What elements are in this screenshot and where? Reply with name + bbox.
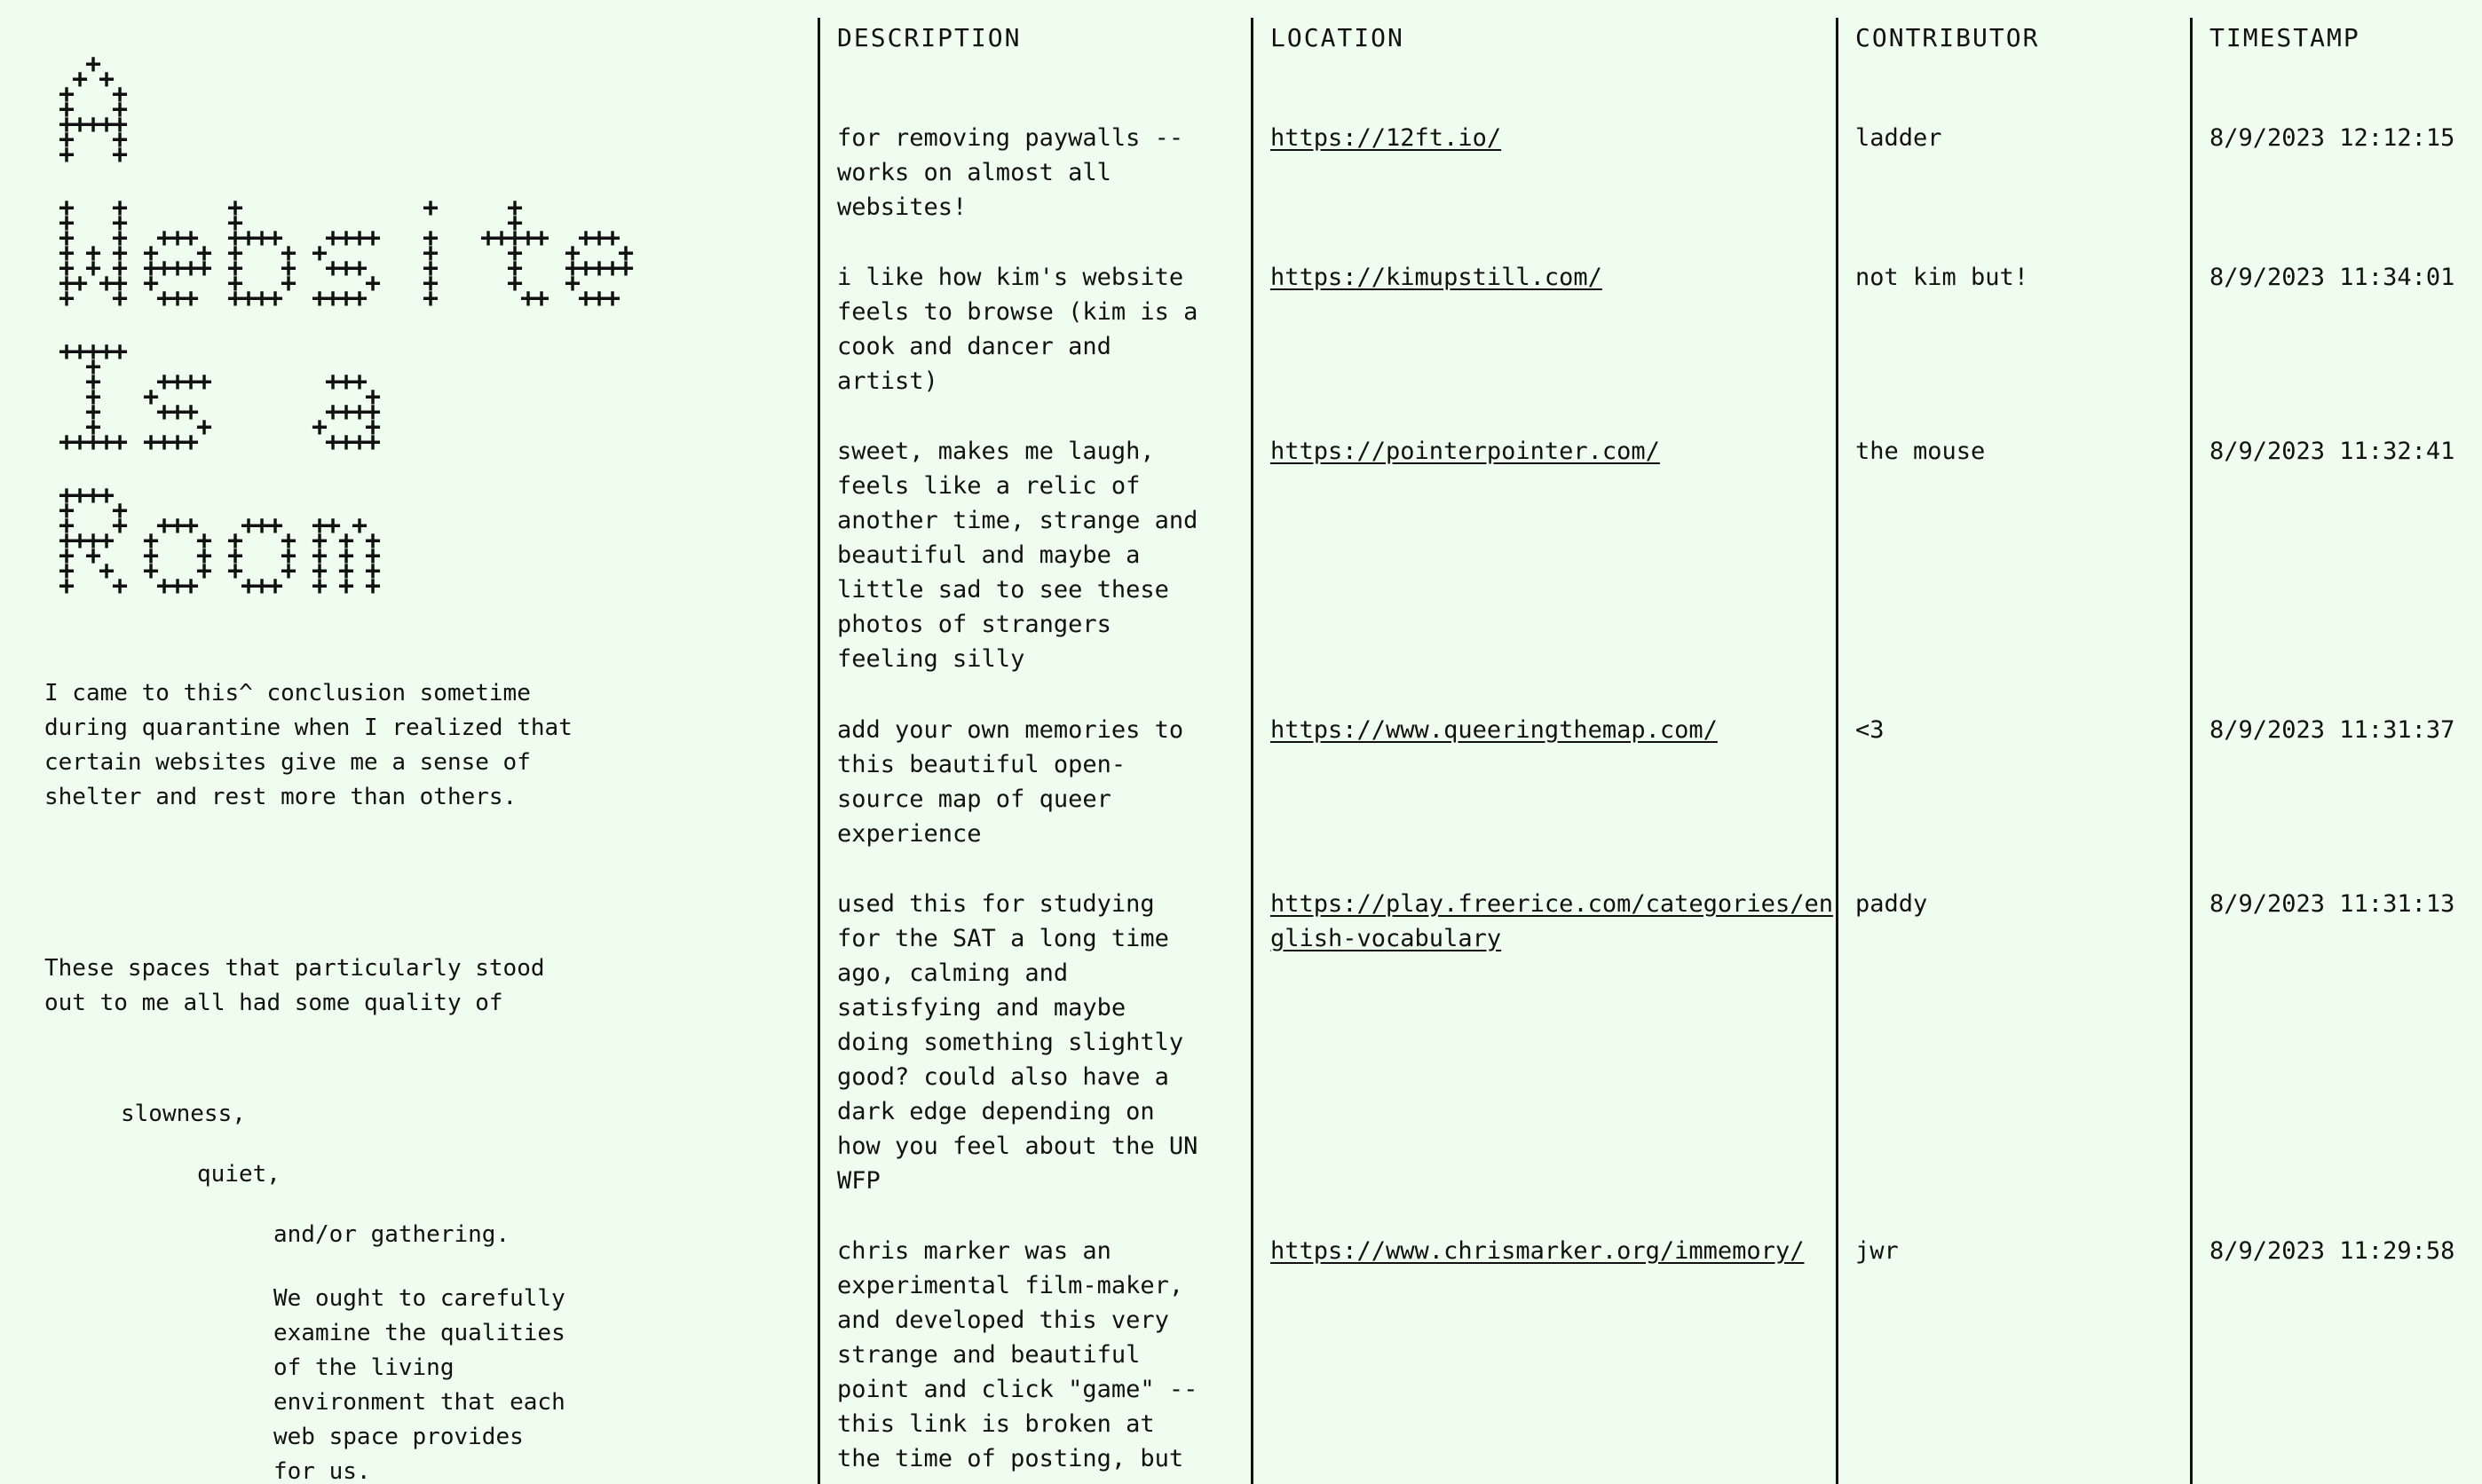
header-location[interactable]: LOCATION — [1270, 23, 1404, 52]
location-link[interactable]: https://12ft.io/ — [1270, 124, 1501, 152]
title-stitch: + — [423, 283, 439, 314]
row-timestamp: 8/9/2023 11:29:58 — [2209, 1237, 2455, 1265]
title-stitch: + — [267, 283, 283, 314]
title-stitch: + — [183, 571, 199, 602]
row-contributor: jwr — [1855, 1237, 1899, 1265]
row-contributor: ladder — [1855, 124, 1942, 152]
websites-table: DESCRIPTION LOCATION CONTRIBUTOR TIMESTA… — [818, 18, 2482, 1484]
intro-paragraph-2: These spaces that particularly stood out… — [44, 955, 545, 1016]
row-timestamp: 8/9/2023 11:31:13 — [2209, 890, 2455, 918]
row-location: https://play.freerice.com/categories/eng… — [1270, 887, 1835, 956]
title-stitch: + — [605, 283, 620, 314]
title-stitch: + — [59, 283, 75, 314]
location-link[interactable]: https://play.freerice.com/categories/eng… — [1270, 890, 1833, 952]
title-stitch: + — [112, 571, 128, 602]
title-stitch: + — [183, 283, 199, 314]
title-stitch: + — [423, 193, 439, 224]
location-link[interactable]: https://www.chrismarker.org/immemory/ — [1270, 1237, 1804, 1265]
title-stitch: + — [112, 427, 128, 458]
title-stitch: + — [112, 139, 128, 170]
row-description: for removing paywalls -- works on almost… — [837, 124, 1184, 221]
title-stitch: + — [59, 139, 75, 170]
row-timestamp: 8/9/2023 11:34:01 — [2209, 264, 2455, 291]
title-stitch: + — [196, 253, 212, 284]
row-location: https://kimupstill.com/ — [1270, 260, 1838, 295]
row-contributor: paddy — [1855, 890, 1928, 918]
row-contributor: <3 — [1855, 716, 1885, 744]
page: + + + + + + + + + + + + + + + + + + + + + + + + + + + + + + + + + + + + + + + +… — [0, 0, 2482, 1484]
site-title: ++ ++ ++ +++++++ ++ ++ ++ ++ ++ + ++ + +++ +++ +++++ ++… — [59, 53, 634, 602]
row-location: https://12ft.io/ — [1270, 121, 1838, 155]
header-contributor[interactable]: CONTRIBUTOR — [1855, 23, 2039, 52]
location-link[interactable]: https://pointerpointer.com/ — [1270, 438, 1660, 465]
title-stitch: + — [365, 427, 381, 458]
title-stitch: + — [59, 571, 75, 602]
title-stitch: + — [112, 283, 128, 314]
header-description[interactable]: DESCRIPTION — [837, 23, 1021, 52]
title-stitch: + — [365, 223, 381, 254]
location-link[interactable]: https://www.queeringthemap.com/ — [1270, 716, 1718, 744]
title-stitch: + — [183, 427, 199, 458]
column-divider — [1251, 18, 1253, 1484]
row-timestamp: 8/9/2023 11:31:37 — [2209, 716, 2455, 744]
row-description: chris marker was an experimental film-ma… — [837, 1237, 1198, 1472]
title-stitch: + — [365, 571, 381, 602]
intro-paragraph-1: I came to this^ conclusion sometime duri… — [44, 680, 573, 810]
intro-column: + + + + + + + + + + + + + + + + + + + + + + + + + + + + + + + + + + + + + + + +… — [44, 53, 755, 1484]
row-description: i like how kim's website feels to browse… — [837, 264, 1198, 395]
row-timestamp: 8/9/2023 11:32:41 — [2209, 438, 2455, 465]
row-location: https://pointerpointer.com/ — [1270, 434, 1838, 469]
title-stitch: + — [312, 571, 328, 602]
row-location: https://www.queeringthemap.com/ — [1270, 713, 1838, 747]
column-divider — [818, 18, 820, 1484]
quality-quiet: quiet, — [197, 1161, 281, 1188]
header-timestamp[interactable]: TIMESTAMP — [2209, 23, 2360, 52]
title-stitch: + — [112, 336, 128, 367]
title-stitch: + — [534, 283, 549, 314]
location-link[interactable]: https://kimupstill.com/ — [1270, 264, 1602, 291]
quality-gathering: and/or gathering. — [273, 1221, 510, 1248]
title-stitch: + — [534, 223, 549, 254]
row-location: https://www.chrismarker.org/immemory/ — [1270, 1234, 1838, 1268]
row-description: used this for studying for the SAT a lon… — [837, 890, 1198, 1195]
row-description: add your own memories to this beautiful … — [837, 716, 1184, 848]
title-stitch: + — [196, 367, 212, 398]
row-description: sweet, makes me laugh, feels like a reli… — [837, 438, 1198, 673]
title-stitch: + — [267, 571, 283, 602]
title-stitch: + — [338, 571, 354, 602]
title-stitch: + — [618, 253, 634, 284]
title-stitch: + — [352, 283, 368, 314]
quality-slowness: slowness, — [121, 1101, 246, 1127]
intro-paragraph-3: We ought to carefully examine the qualit… — [273, 1285, 565, 1484]
row-timestamp: 8/9/2023 12:12:15 — [2209, 124, 2455, 152]
row-contributor: the mouse — [1855, 438, 1986, 465]
row-contributor: not kim but! — [1855, 264, 2029, 291]
